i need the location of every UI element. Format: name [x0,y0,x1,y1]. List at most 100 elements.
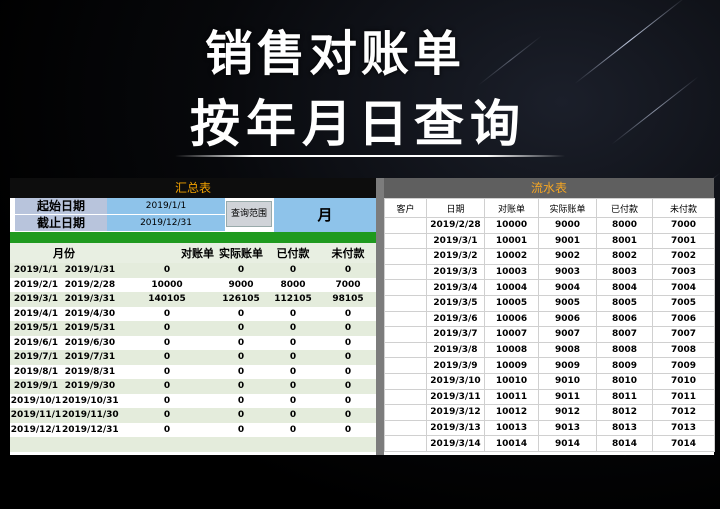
cell-actual: 9004 [538,279,597,296]
cell-customer [384,310,427,328]
cell-unpaid: 0 [320,306,376,321]
cell-paid: 8004 [596,279,653,296]
cell-from: 2019/5/1 [10,321,62,336]
cell-actual: 9014 [538,435,597,452]
cell-actual: 0 [216,379,266,394]
cell-unpaid: 7001 [652,232,715,250]
cell-unpaid: 0 [320,364,376,379]
table-row: 2019/3/10 10010 9010 8010 7010 [384,372,715,390]
table-row: 2019/1/1 2019/1/31 0 0 0 0 [10,263,376,278]
range-month-selector[interactable]: 月 [274,198,376,232]
cell-actual: 9000 [216,277,266,292]
cell-customer [384,357,427,374]
cell-paid: 8002 [596,248,653,265]
panel-gap [376,178,384,455]
cell-from: 2019/8/1 [10,364,62,379]
cell-to: 2019/1/31 [62,263,118,278]
banner-title: 销售对账单 [205,26,466,82]
cell-actual: 0 [216,335,266,350]
table-row: 2019/3/1 2019/3/31 140105 126105 112105 98105 [10,292,376,307]
table-row: 2019/3/9 10009 9009 8009 7009 [384,357,715,374]
cell-statement: 10006 [484,310,539,328]
cell-actual: 9011 [538,388,597,406]
cell-to: 2019/8/31 [62,364,118,379]
cell-actual: 9002 [538,248,597,265]
query-parameters: 起始日期 2019/1/1 截止日期 2019/12/31 查询范围 月 [10,198,376,232]
cell-statement: 0 [118,422,216,437]
cell-from: 2019/10/1 [10,393,62,408]
cell-actual: 0 [216,422,266,437]
banner-subtitle: 按年月日查询 [190,95,526,153]
cell-date: 2019/3/8 [426,341,485,359]
cell-to: 2019/7/31 [62,350,118,365]
cell-statement: 0 [118,350,216,365]
cell-date: 2019/3/11 [426,388,485,406]
cell-statement: 0 [118,379,216,394]
col-month: 月份 [10,243,118,263]
cell-actual: 9013 [538,419,597,437]
cell-paid: 8000 [266,277,320,292]
table-row: 2019/2/28 10000 9000 8000 7000 [384,217,715,234]
table-row: 2019/11/1 2019/11/30 0 0 0 0 [10,408,376,423]
table-row: 2019/3/2 10002 9002 8002 7002 [384,248,715,265]
cell-statement: 0 [118,393,216,408]
cell-from: 2019/11/1 [10,408,62,423]
cell-actual: 9008 [538,341,597,359]
ledger-table: 客户 日期 对账单 实际账单 已付款 未付款 2019/2/28 10000 9000 8000… [384,198,715,452]
cell-paid: 8005 [596,294,653,312]
cell-actual: 0 [216,408,266,423]
cell-unpaid: 0 [320,263,376,278]
col-statement: 对账单 [484,198,539,218]
cell-paid: 0 [266,364,320,379]
cell-statement: 10000 [484,217,539,234]
table-row: 2019/3/11 10011 9011 8011 7011 [384,388,715,406]
cell-statement: 0 [118,306,216,321]
cell-unpaid: 0 [320,393,376,408]
cell-paid: 0 [266,379,320,394]
cell-from: 2019/3/1 [10,292,62,307]
cell-statement: 10013 [484,419,539,437]
end-date-field[interactable]: 2019/12/31 [107,215,225,232]
cell-to: 2019/3/31 [62,292,118,307]
cell-unpaid: 7005 [652,294,715,312]
cell-unpaid: 7002 [652,248,715,265]
table-row: 2019/3/7 10007 9007 8007 7007 [384,326,715,343]
cell-paid: 0 [266,408,320,423]
cell-statement: 0 [118,321,216,336]
cell-paid: 0 [266,335,320,350]
cell-paid: 0 [266,321,320,336]
table-row: 2019/3/12 10012 9012 8012 7012 [384,404,715,421]
cell-actual: 9003 [538,263,597,281]
start-date-field[interactable]: 2019/1/1 [107,198,225,215]
cell-statement: 10011 [484,388,539,406]
col-paid: 已付款 [596,198,653,218]
cell-date: 2019/3/2 [426,248,485,265]
query-range-button[interactable]: 查询范围 [226,201,272,227]
table-row: 2019/2/1 2019/2/28 10000 9000 8000 7000 [10,277,376,292]
cell-from: 2019/4/1 [10,306,62,321]
cell-statement: 10010 [484,372,539,390]
cell-unpaid: 7010 [652,372,715,390]
table-row: 2019/12/1 2019/12/31 0 0 0 0 [10,422,376,437]
cell-unpaid: 7006 [652,310,715,328]
col-unpaid: 未付款 [652,198,715,218]
cell-statement: 0 [118,335,216,350]
cell-date: 2019/2/28 [426,217,485,234]
cell-statement: 10005 [484,294,539,312]
cell-unpaid: 7012 [652,404,715,421]
cell-statement: 10007 [484,326,539,343]
cell-statement: 10000 [118,277,216,292]
cell-from: 2019/12/1 [10,422,62,437]
cell-date: 2019/3/13 [426,419,485,437]
cell-customer [384,404,427,421]
table-row: 2019/3/14 10014 9014 8014 7014 [384,435,715,452]
cell-from: 2019/6/1 [10,335,62,350]
cell-unpaid: 7000 [652,217,715,234]
col-actual: 实际账单 [538,198,597,218]
cell-unpaid: 7003 [652,263,715,281]
cell-paid: 0 [266,306,320,321]
cell-date: 2019/3/3 [426,263,485,281]
cell-date: 2019/3/5 [426,294,485,312]
cell-unpaid: 7008 [652,341,715,359]
cell-paid: 8008 [596,341,653,359]
